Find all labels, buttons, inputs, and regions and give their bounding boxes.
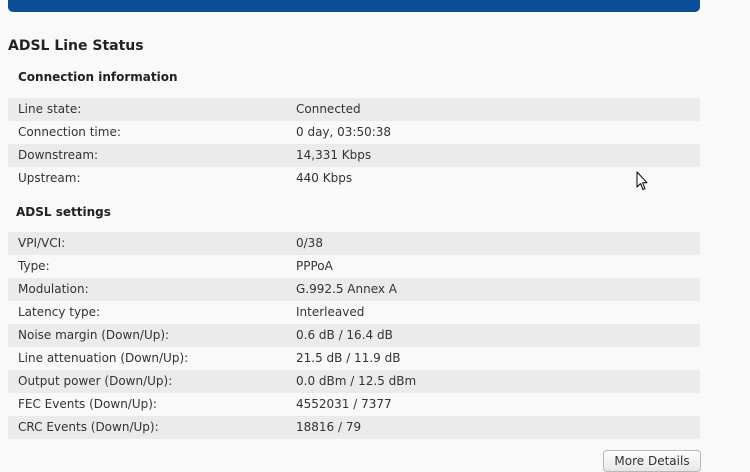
row-label: Noise margin (Down/Up):: [18, 328, 170, 342]
section-title-adsl: ADSL settings: [16, 205, 111, 219]
row-value: 0 day, 03:50:38: [296, 125, 392, 139]
row-label: Upstream:: [18, 171, 81, 185]
info-row-crc-events: CRC Events (Down/Up): 18816 / 79: [8, 416, 700, 439]
info-row-modulation: Modulation: G.992.5 Annex A: [8, 278, 700, 301]
row-value: Connected: [296, 102, 361, 116]
info-row-connection-time: Connection time: 0 day, 03:50:38: [8, 121, 700, 144]
info-row-upstream: Upstream: 440 Kbps: [8, 167, 700, 190]
page-title: ADSL Line Status: [8, 38, 144, 54]
info-row-noise-margin: Noise margin (Down/Up): 0.6 dB / 16.4 dB: [8, 324, 700, 347]
row-label: Line attenuation (Down/Up):: [18, 351, 189, 365]
row-label: Modulation:: [18, 282, 89, 296]
adsl-settings-table: VPI/VCI: 0/38 Type: PPPoA Modulation: G.…: [8, 232, 700, 439]
row-label: Downstream:: [18, 148, 99, 162]
info-row-vpi-vci: VPI/VCI: 0/38: [8, 232, 700, 255]
row-value: 14,331 Kbps: [296, 148, 372, 162]
info-row-downstream: Downstream: 14,331 Kbps: [8, 144, 700, 167]
row-label: Type:: [18, 259, 50, 273]
row-value: 21.5 dB / 11.9 dB: [296, 351, 401, 365]
row-label: FEC Events (Down/Up):: [18, 397, 157, 411]
connection-info-table: Line state: Connected Connection time: 0…: [8, 98, 700, 190]
header-bar: [8, 0, 700, 12]
info-row-latency-type: Latency type: Interleaved: [8, 301, 700, 324]
info-row-output-power: Output power (Down/Up): 0.0 dBm / 12.5 d…: [8, 370, 700, 393]
row-label: CRC Events (Down/Up):: [18, 420, 159, 434]
row-label: Line state:: [18, 102, 82, 116]
row-value: 0/38: [296, 236, 323, 250]
row-value: 18816 / 79: [296, 420, 362, 434]
row-label: Connection time:: [18, 125, 121, 139]
info-row-line-attenuation: Line attenuation (Down/Up): 21.5 dB / 11…: [8, 347, 700, 370]
info-row-line-state: Line state: Connected: [8, 98, 700, 121]
row-value: 4552031 / 7377: [296, 397, 392, 411]
row-label: Output power (Down/Up):: [18, 374, 173, 388]
row-label: Latency type:: [18, 305, 101, 319]
section-title-connection: Connection information: [18, 70, 178, 84]
row-value: 0.6 dB / 16.4 dB: [296, 328, 393, 342]
row-value: Interleaved: [296, 305, 365, 319]
info-row-type: Type: PPPoA: [8, 255, 700, 278]
mouse-pointer-icon: [636, 171, 648, 190]
row-value: PPPoA: [296, 259, 333, 273]
info-row-fec-events: FEC Events (Down/Up): 4552031 / 7377: [8, 393, 700, 416]
row-value: G.992.5 Annex A: [296, 282, 397, 296]
adsl-settings-section: ADSL settings VPI/VCI: 0/38 Type: PPPoA …: [8, 201, 700, 439]
connection-information-section: Connection information Line state: Conne…: [8, 66, 700, 190]
more-details-button[interactable]: More Details: [603, 450, 701, 472]
row-value: 0.0 dBm / 12.5 dBm: [296, 374, 417, 388]
row-label: VPI/VCI:: [18, 236, 66, 250]
